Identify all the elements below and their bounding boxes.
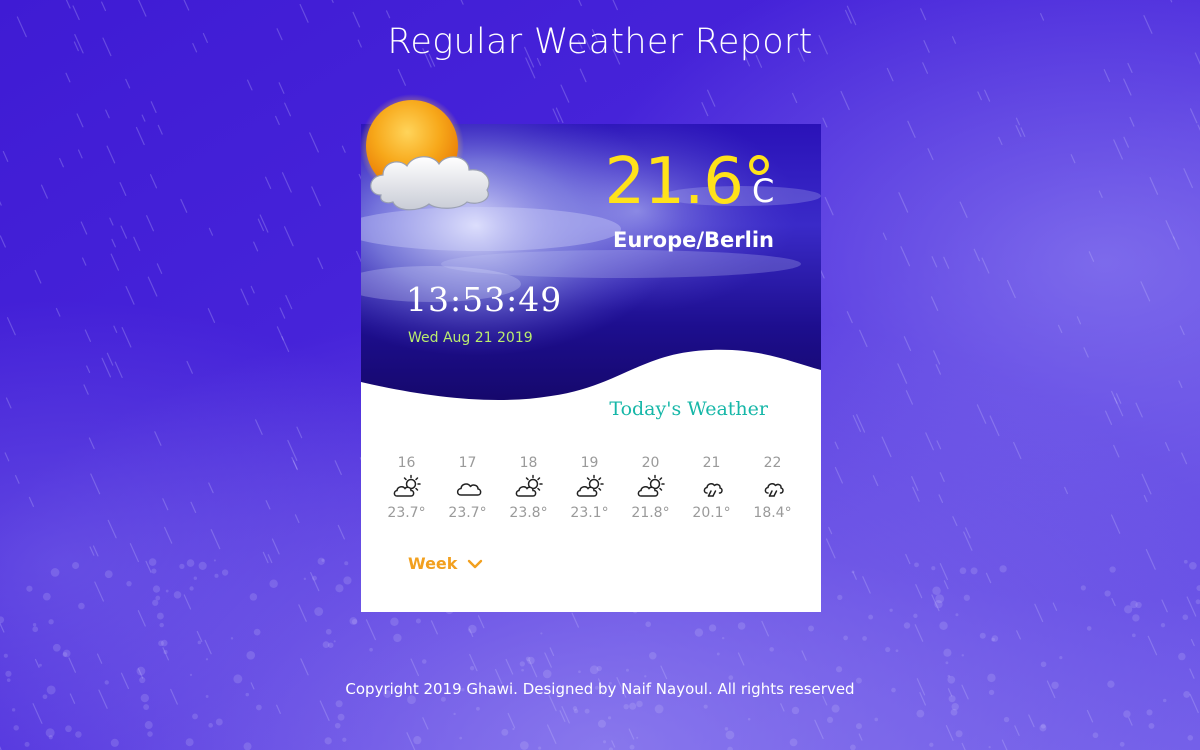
page-title: Regular Weather Report [387,22,813,62]
forecast-day-temp: 20.1° [692,505,731,521]
forecast-day: 20 21.8° [620,454,681,522]
current-temperature: 21.6° [604,145,775,219]
forecast-day-number: 17 [458,455,477,471]
forecast-day: 17 23.7° [437,454,498,522]
forecast-day-temp: 18.4° [753,505,792,521]
sun-behind-cloud-icon [360,94,490,211]
chevron-down-icon [468,559,483,568]
cloud-rain-icon [697,474,727,500]
forecast-day-number: 16 [397,455,416,471]
week-toggle-label: Week [408,554,458,573]
forecast-day-temp: 23.1° [570,505,609,521]
todays-weather-heading: Today's Weather [609,398,768,420]
forecast-day-temp: 23.7° [387,505,426,521]
forecast-day: 21 20.1° [681,454,742,522]
forecast-day: 18 23.8° [498,454,559,522]
partly-sunny-icon [392,474,422,500]
week-toggle-button[interactable]: Week [408,554,483,573]
forecast-day-number: 22 [763,455,782,471]
forecast-day: 16 23.7° [376,454,437,522]
forecast-day-temp: 23.7° [448,505,487,521]
partly-sunny-icon [575,474,605,500]
temperature-unit: C [752,172,775,210]
current-time: 13:53:49 [406,280,563,319]
forecast-day-temp: 21.8° [631,505,670,521]
copyright-footer: Copyright 2019 Ghawi. Designed by Naif N… [345,680,855,698]
forecast-strip: 16 23.7° 17 23.7° 18 23.8° 19 23.1° 20 2… [376,454,803,522]
location-label: Europe/Berlin [613,228,774,252]
current-date: Wed Aug 21 2019 [408,330,533,346]
forecast-day-number: 18 [519,455,538,471]
forecast-day: 19 23.1° [559,454,620,522]
forecast-day-temp: 23.8° [509,505,548,521]
cloud-icon [453,474,483,500]
partly-sunny-icon [514,474,544,500]
forecast-day: 22 18.4° [742,454,803,522]
forecast-day-number: 20 [641,455,660,471]
cloud-rain-icon [758,474,788,500]
forecast-day-number: 21 [702,455,721,471]
partly-sunny-icon [636,474,666,500]
forecast-day-number: 19 [580,455,599,471]
